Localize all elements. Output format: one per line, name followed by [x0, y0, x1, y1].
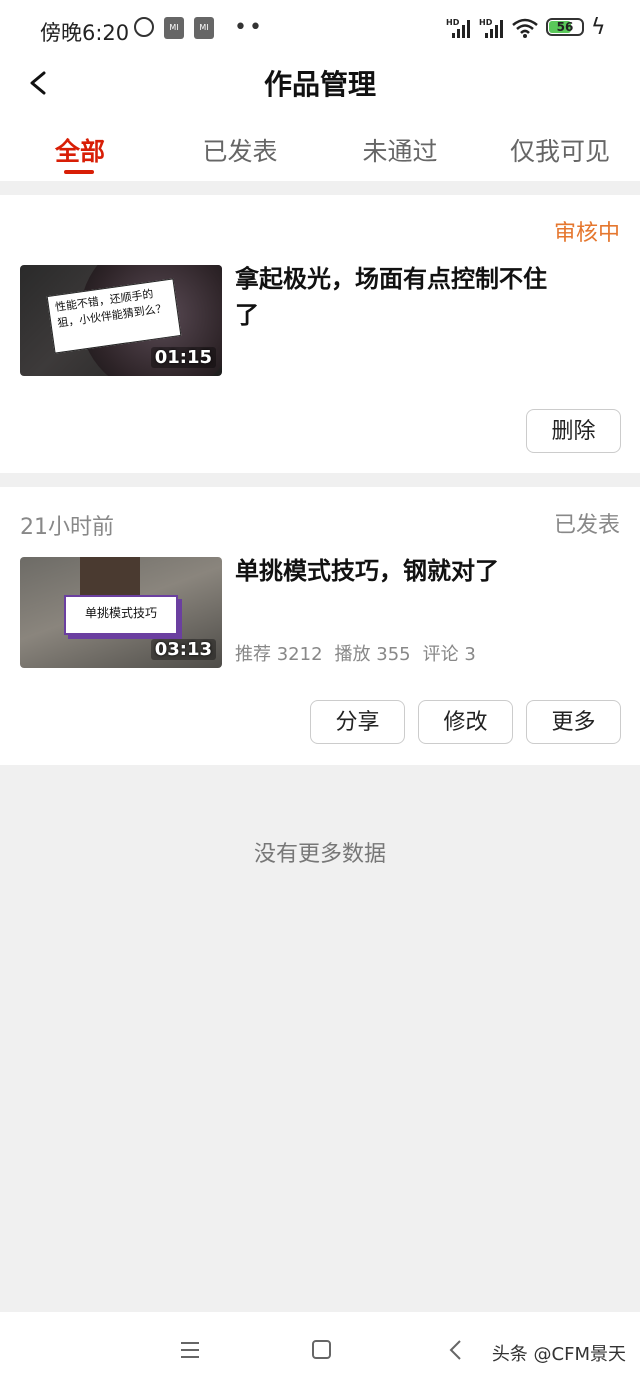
comment-count: 评论 3: [422, 644, 476, 665]
no-more-data-text: 没有更多数据: [253, 842, 386, 867]
status-time: 傍晚6:20: [40, 21, 130, 45]
hd-signal-icon: HD: [479, 18, 503, 38]
tab-rejected[interactable]: 未通过: [320, 132, 480, 168]
alarm-icon: [134, 17, 154, 37]
back-triangle-icon: [449, 1340, 461, 1360]
menu-icon: [181, 1342, 199, 1358]
mi-notification-icon: MI: [194, 17, 214, 39]
tab-all[interactable]: 全部: [0, 132, 160, 168]
mi-notification-icon: MI: [164, 17, 184, 39]
home-square-icon: [312, 1340, 331, 1359]
recommend-count: 推荐 3212: [235, 644, 323, 665]
more-notifications-icon: ••: [234, 15, 264, 40]
top-area: 傍晚6:20 MI MI •• HD HD 56 ϟ 作品管理 全部 已发表 未…: [0, 0, 640, 181]
header-bar: 作品管理: [0, 55, 640, 110]
work-title[interactable]: 单挑模式技巧，钢就对了: [235, 553, 555, 589]
tab-bar: 全部 已发表 未通过 仅我可见: [0, 120, 640, 180]
delete-button[interactable]: 删除: [526, 409, 621, 453]
active-tab-indicator: [64, 170, 94, 174]
video-duration: 01:15: [150, 347, 216, 368]
hd-label: HD: [479, 18, 493, 27]
hd-signal-icon: HD: [446, 18, 470, 38]
menu-button[interactable]: [170, 1334, 210, 1366]
work-stats: 推荐 3212 播放 355 评论 3: [235, 640, 488, 666]
home-button[interactable]: [301, 1334, 341, 1366]
system-back-button[interactable]: [436, 1334, 476, 1366]
video-duration: 03:13: [150, 639, 216, 660]
tab-published[interactable]: 已发表: [160, 132, 320, 168]
tab-private[interactable]: 仅我可见: [480, 132, 640, 168]
work-card: 审核中 性能不错，还顺手的狙，小伙伴能猜到么？ 01:15 拿起极光，场面有点控…: [0, 195, 640, 473]
play-count: 播放 355: [334, 644, 411, 665]
share-button[interactable]: 分享: [310, 700, 405, 744]
page-title: 作品管理: [263, 68, 376, 101]
publish-time: 21小时前: [20, 515, 114, 540]
work-title[interactable]: 拿起极光，场面有点控制不住了: [235, 261, 555, 333]
video-thumbnail[interactable]: 性能不错，还顺手的狙，小伙伴能猜到么？ 01:15: [20, 265, 222, 376]
charging-icon: ϟ: [591, 15, 606, 40]
hd-label: HD: [446, 18, 460, 27]
more-button[interactable]: 更多: [526, 700, 621, 744]
battery-icon: 56: [546, 18, 584, 36]
window-graphic: [80, 557, 140, 599]
status-bar: 傍晚6:20 MI MI •• HD HD 56 ϟ: [0, 0, 640, 60]
video-thumbnail[interactable]: 单挑模式技巧 03:13: [20, 557, 222, 668]
status-badge: 审核中: [553, 221, 620, 246]
status-badge: 已发表: [553, 513, 620, 538]
watermark: 头条 @CFM景天: [491, 1344, 626, 1365]
edit-button[interactable]: 修改: [418, 700, 513, 744]
thumbnail-caption: 单挑模式技巧: [64, 595, 178, 635]
battery-level: 56: [556, 20, 574, 34]
work-card: 21小时前 已发表 单挑模式技巧 03:13 单挑模式技巧，钢就对了 推荐 32…: [0, 487, 640, 765]
wifi-icon: [512, 18, 538, 38]
